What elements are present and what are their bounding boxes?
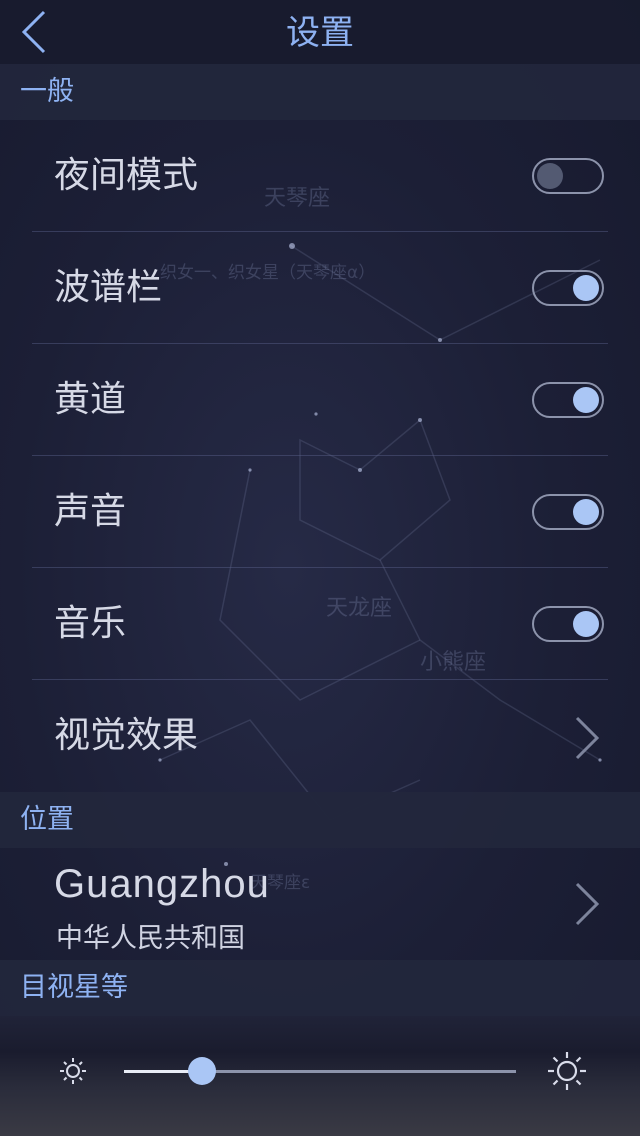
sun-small-icon: [60, 1058, 86, 1084]
setting-label: 夜间模式: [54, 155, 199, 196]
setting-row-night-mode[interactable]: 夜间模式: [32, 120, 608, 232]
settings-screen: 设置 一般 夜间模式 波谱栏 黄道 声音 音乐 视觉效果 位置 Guangzho…: [0, 0, 640, 1136]
toggle-knob: [573, 387, 599, 413]
page-title: 设置: [286, 13, 354, 53]
setting-row-ecliptic[interactable]: 黄道: [32, 344, 608, 456]
spectrum-bar-toggle[interactable]: [532, 270, 604, 306]
ecliptic-toggle[interactable]: [532, 382, 604, 418]
toggle-knob: [573, 499, 599, 525]
section-header-location: 位置: [0, 792, 640, 848]
nav-bar: 设置: [0, 0, 640, 64]
magnitude-slider-area: [0, 1016, 640, 1136]
toggle-knob: [573, 611, 599, 637]
sound-toggle[interactable]: [532, 494, 604, 530]
chevron-right-icon: [575, 882, 600, 926]
location-row[interactable]: Guangzhou 中华人民共和国: [32, 848, 608, 960]
music-toggle[interactable]: [532, 606, 604, 642]
section-header-general: 一般: [0, 64, 640, 120]
sun-large-icon: [548, 1052, 586, 1090]
setting-row-visual-effects[interactable]: 视觉效果: [32, 680, 608, 792]
setting-label: 黄道: [54, 379, 127, 420]
location-city: Guangzhou: [54, 862, 270, 906]
toggle-knob: [573, 275, 599, 301]
setting-label: 波谱栏: [54, 267, 163, 308]
slider-thumb[interactable]: [188, 1057, 217, 1085]
location-country: 中华人民共和国: [56, 923, 245, 954]
night-mode-toggle[interactable]: [532, 158, 604, 194]
setting-label: 音乐: [54, 603, 127, 644]
setting-label: 视觉效果: [54, 715, 199, 756]
chevron-right-icon: [575, 716, 600, 760]
setting-row-spectrum-bar[interactable]: 波谱栏: [32, 232, 608, 344]
section-header-magnitude: 目视星等: [0, 960, 640, 1016]
toggle-knob: [537, 163, 563, 189]
setting-row-sound[interactable]: 声音: [32, 456, 608, 568]
setting-row-music[interactable]: 音乐: [32, 568, 608, 680]
setting-label: 声音: [54, 491, 127, 532]
magnitude-slider[interactable]: [124, 1057, 516, 1085]
